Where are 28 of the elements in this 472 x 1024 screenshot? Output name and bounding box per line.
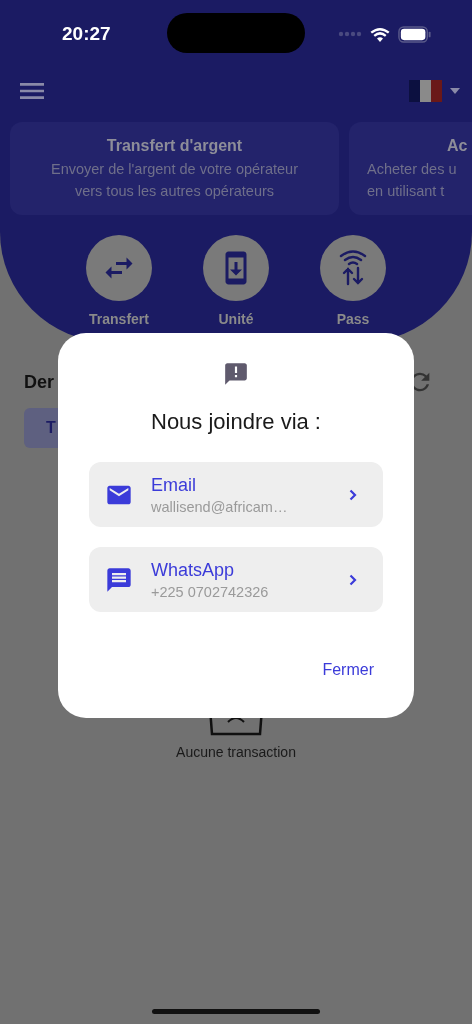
contact-option[interactable]: WhatsApp +225 0702742326 bbox=[89, 547, 383, 612]
contact-option[interactable]: Email wallisend@africam… bbox=[89, 462, 383, 527]
battery-icon bbox=[398, 25, 432, 43]
chevron-right-icon bbox=[349, 488, 357, 501]
caret-icon[interactable] bbox=[450, 88, 460, 94]
option-label: WhatsApp bbox=[151, 558, 236, 582]
service-card[interactable]: Transfert d'argent Envoyer de l'argent de votre opérateur vers tous les autres opérateurs bbox=[10, 122, 339, 215]
option-label: Email bbox=[151, 473, 197, 497]
card-description: vers tous les autres opérateurs bbox=[74, 182, 275, 201]
option-value: wallisend@africam… bbox=[151, 497, 289, 517]
empty-message: Aucune transaction bbox=[176, 743, 296, 762]
option-value: +225 0702742326 bbox=[151, 582, 270, 602]
status-time: 20:27 bbox=[62, 21, 111, 46]
card-title: Transfert d'argent bbox=[106, 136, 243, 156]
card-title: Ac bbox=[446, 136, 468, 156]
signal-icon bbox=[338, 31, 362, 37]
chevron-right-icon bbox=[349, 573, 357, 586]
card-description: en utilisant t bbox=[367, 182, 445, 201]
wifi-icon bbox=[370, 26, 390, 42]
flag-icon[interactable] bbox=[409, 80, 442, 102]
card-description: Envoyer de l'argent de votre opérateur bbox=[51, 160, 298, 179]
message-icon bbox=[105, 565, 133, 594]
section-title: Der bbox=[24, 370, 54, 394]
card-description: Acheter des u bbox=[367, 160, 457, 179]
close-button[interactable]: Fermer bbox=[322, 658, 374, 682]
service-card[interactable]: Ac Acheter des u en utilisant t bbox=[349, 122, 472, 215]
dialog-title: Nous joindre via : bbox=[151, 408, 321, 436]
alert-message-icon bbox=[223, 361, 249, 387]
